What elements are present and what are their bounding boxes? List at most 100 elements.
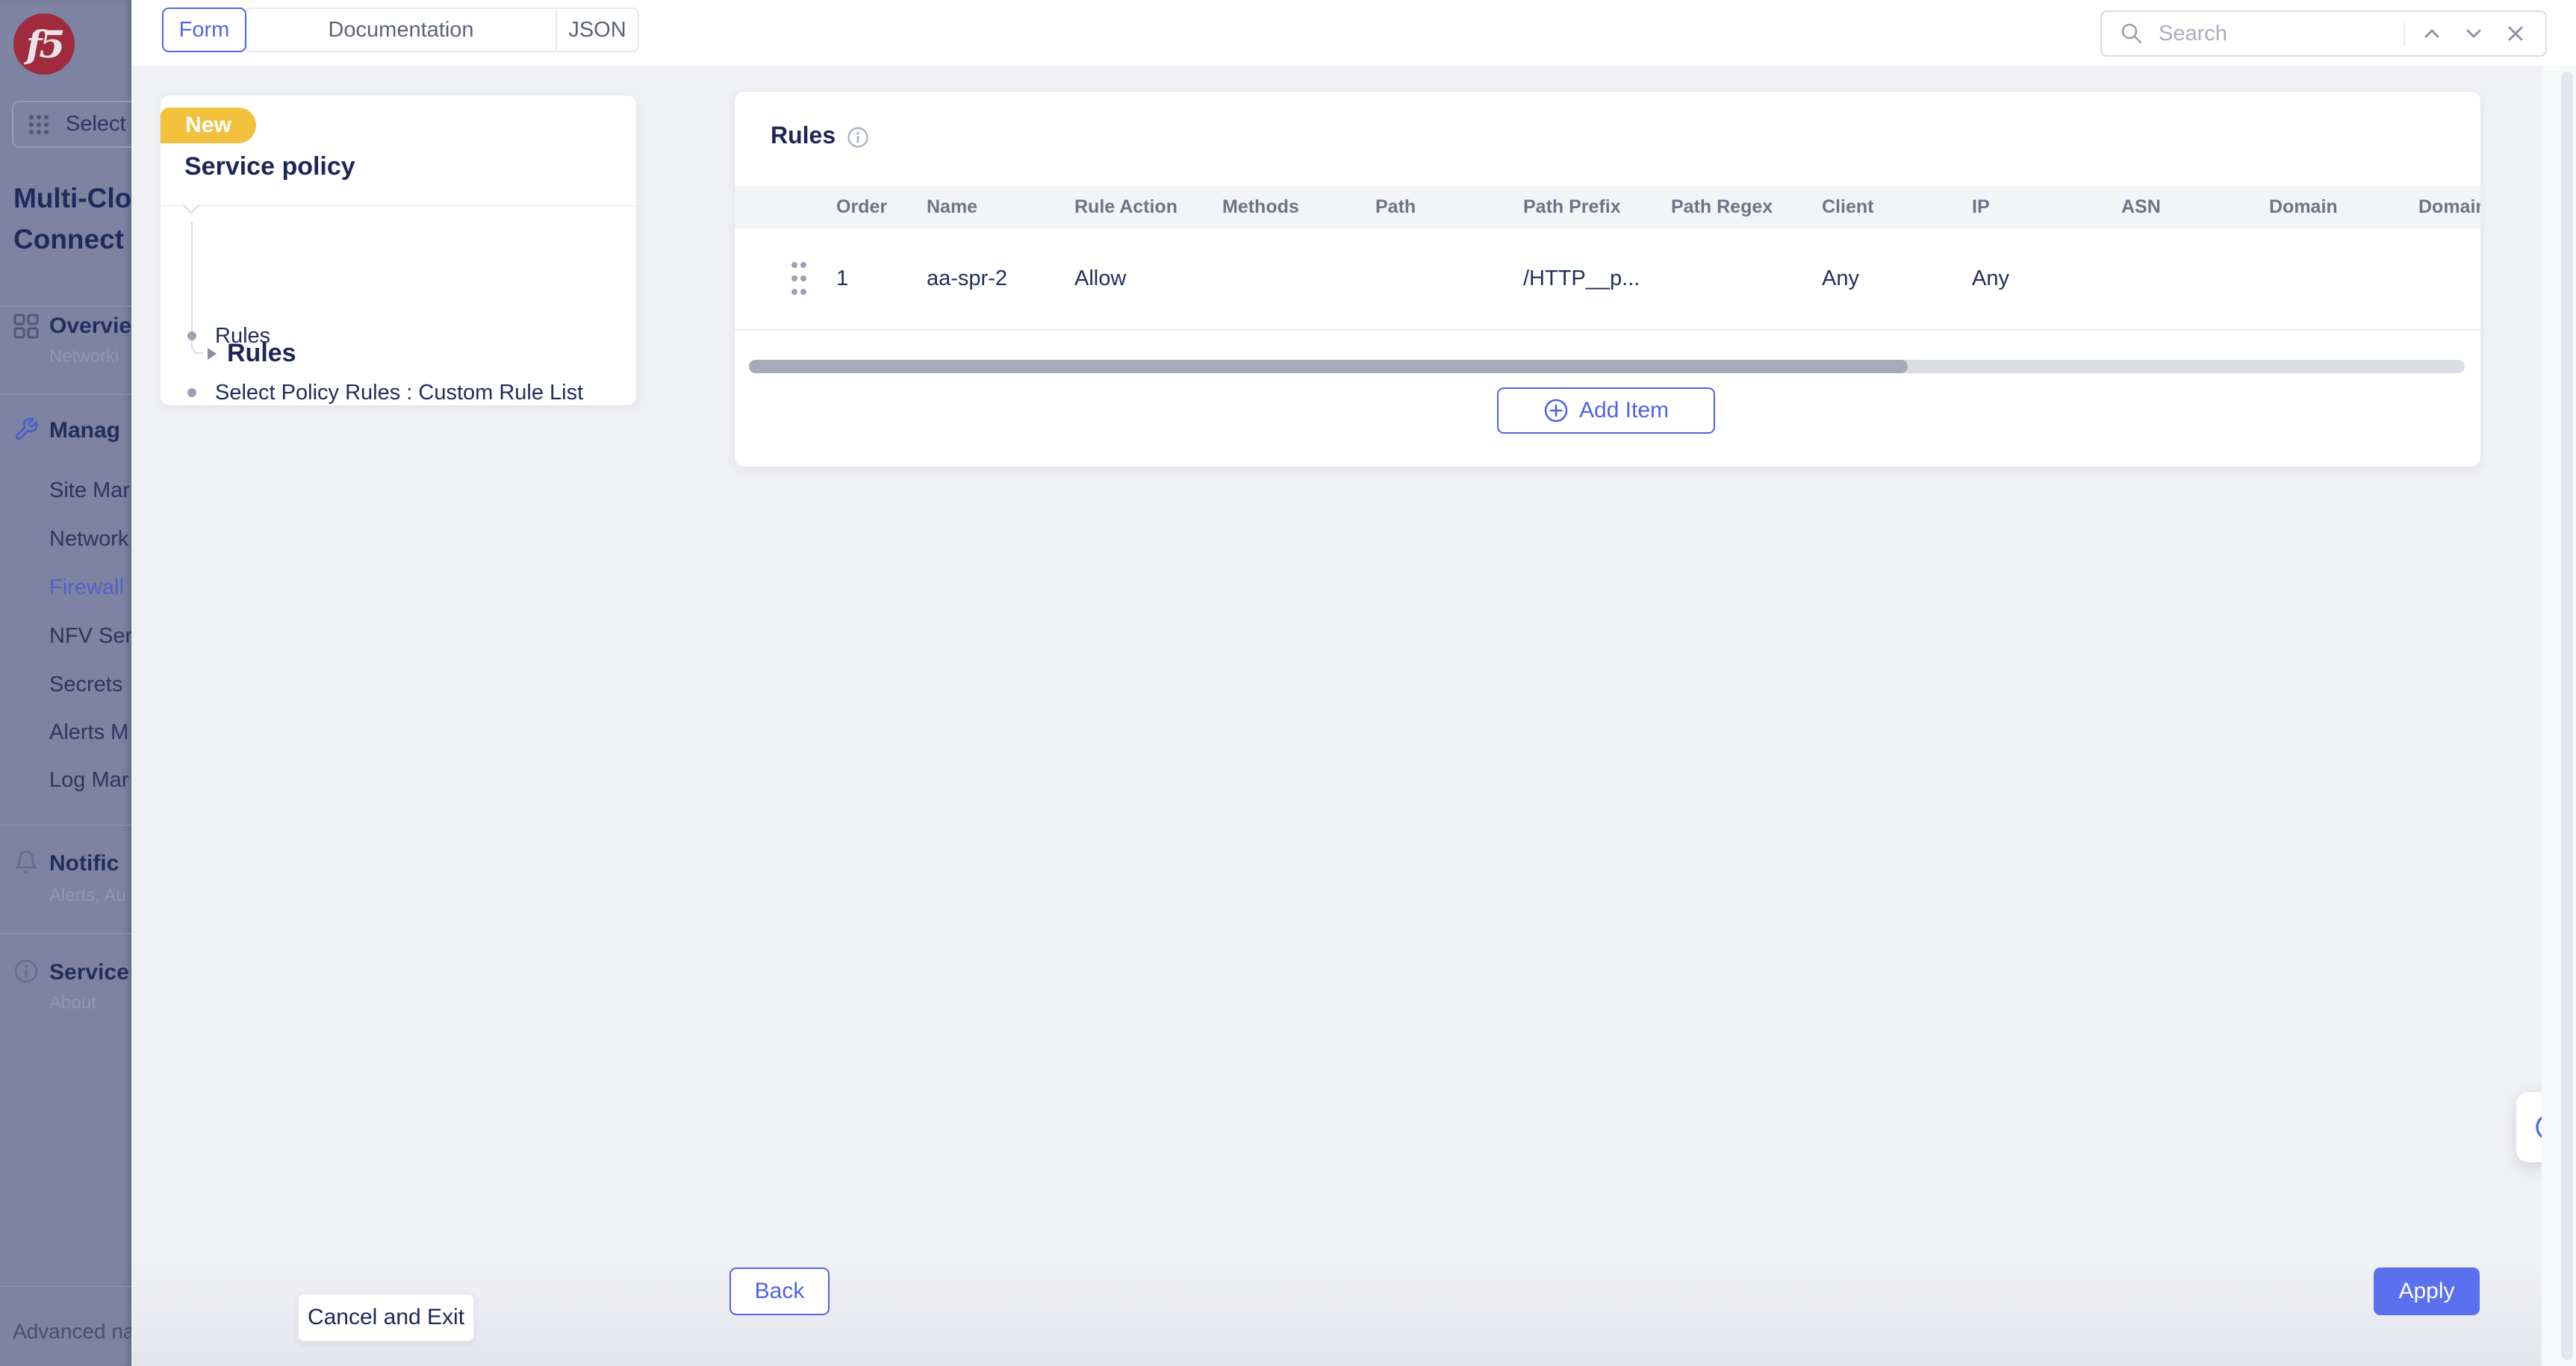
sidebar-item-firewall[interactable]: Firewall (49, 576, 124, 600)
cell-name: aa-spr-2 (927, 266, 1074, 291)
active-step-arrow-icon (208, 348, 217, 360)
table-header: Order Name Rule Action Methods Path Path… (735, 186, 2480, 228)
tab-documentation[interactable]: Documentation (246, 9, 556, 51)
step-select-policy-rules[interactable]: Select Policy Rules : Custom Rule List (215, 381, 583, 405)
sidebar-item-overview[interactable]: Overvie (49, 314, 131, 339)
tab-form-label: Form (179, 18, 230, 43)
cancel-button-label: Cancel and Exit (308, 1305, 464, 1330)
col-ip: IP (1972, 196, 2121, 218)
col-domain-2: Domain (2418, 196, 2480, 218)
col-domain: Domain (2269, 196, 2418, 218)
drag-handle-icon[interactable] (787, 259, 811, 298)
sidebar: f5 Select s Multi-Clo Connect (0, 0, 131, 1366)
plus-circle-icon (1543, 398, 1569, 423)
wizard-title: Service policy (184, 152, 355, 181)
step-dot (187, 388, 196, 397)
wizard-nav-card: New Service policy Rules Select Policy R… (161, 96, 636, 405)
search-input[interactable]: Search (2100, 10, 2547, 57)
tab-json-label: JSON (568, 18, 626, 43)
grid-dots-icon (24, 110, 54, 140)
sidebar-item-log-management[interactable]: Log Mar (49, 768, 128, 793)
sidebar-divider (0, 825, 131, 826)
horizontal-scrollbar[interactable] (749, 360, 2465, 373)
step-dot (187, 331, 196, 340)
sidebar-item-service[interactable]: Service (49, 960, 129, 985)
divider-notch (183, 197, 200, 214)
select-service-label: Select s (66, 112, 131, 137)
cell-ip: Any (1972, 266, 2121, 291)
info-icon[interactable] (847, 126, 869, 149)
add-item-button[interactable]: Add Item (1497, 387, 1715, 434)
advanced-nav-label[interactable]: Advanced nav (13, 1320, 131, 1344)
tab-form[interactable]: Form (162, 7, 246, 52)
table-row[interactable]: 1 aa-spr-2 Allow /HTTP__p... Any Any (735, 228, 2480, 331)
sidebar-item-nfv-service[interactable]: NFV Ser (49, 624, 131, 649)
col-path-prefix: Path Prefix (1523, 196, 1671, 218)
sidebar-item-site-management[interactable]: Site Mar (49, 478, 130, 503)
col-name: Name (927, 196, 1074, 218)
sidebar-divider (0, 1286, 131, 1287)
info-circle-icon (13, 958, 39, 984)
new-badge-label: New (185, 113, 231, 138)
chevron-down-icon[interactable] (2459, 19, 2489, 49)
cell-order: 1 (836, 266, 927, 291)
col-asn: ASN (2121, 196, 2269, 218)
sidebar-divider (0, 306, 131, 307)
new-badge: New (161, 107, 256, 143)
rules-title: Rules (771, 122, 836, 149)
back-button[interactable]: Back (729, 1267, 830, 1315)
overview-icon (13, 314, 39, 339)
col-path-regex: Path Regex (1671, 196, 1822, 218)
search-placeholder: Search (2159, 22, 2392, 46)
chevron-up-icon[interactable] (2417, 19, 2447, 49)
workspace-title-line2: Connect (13, 219, 131, 260)
sidebar-item-manage[interactable]: Manag (49, 418, 120, 443)
col-rule-action: Rule Action (1074, 196, 1222, 218)
horizontal-scrollbar-thumb[interactable] (749, 360, 1908, 373)
sidebar-divider (0, 933, 131, 934)
notifications-subtitle: Alerts, Au (49, 885, 126, 906)
back-button-label: Back (755, 1279, 805, 1304)
search-divider (2404, 21, 2405, 46)
sidebar-item-notifications[interactable]: Notific (49, 851, 119, 876)
sidebar-item-alerts-management[interactable]: Alerts M (49, 720, 128, 745)
apply-button-label: Apply (2398, 1279, 2454, 1304)
wizard-divider (161, 205, 636, 206)
cell-path-prefix: /HTTP__p... (1523, 266, 1671, 291)
col-path: Path (1375, 196, 1523, 218)
cell-rule-action: Allow (1074, 266, 1222, 291)
screen: f5 Select s Multi-Clo Connect (0, 0, 2576, 1366)
step-rules-active[interactable]: Rules (227, 339, 296, 368)
tab-documentation-label: Documentation (328, 18, 473, 43)
f5-logo: f5 (13, 13, 75, 75)
bottom-shade (131, 1261, 2576, 1366)
workspace-title: Multi-Clo Connect (13, 178, 131, 260)
col-methods: Methods (1222, 196, 1375, 218)
close-icon[interactable] (2501, 19, 2530, 49)
sidebar-item-networking[interactable]: Network (49, 527, 128, 552)
vertical-scrollbar[interactable] (2561, 72, 2573, 1360)
bell-icon (13, 849, 39, 875)
col-client: Client (1822, 196, 1972, 218)
overview-subtitle: Networki (49, 346, 119, 367)
stepper-elbow (191, 343, 203, 354)
sidebar-item-secrets[interactable]: Secrets (49, 673, 122, 697)
stepper-line (191, 222, 193, 343)
search-icon (2117, 19, 2147, 49)
cancel-and-exit-button[interactable]: Cancel and Exit (297, 1293, 475, 1342)
service-subtitle: About (49, 993, 96, 1014)
select-service-button[interactable]: Select s (12, 101, 131, 148)
f5-logo-text: f5 (26, 22, 62, 66)
tab-json[interactable]: JSON (556, 9, 638, 51)
main-panel: Form Documentation JSON Search (131, 0, 2576, 1366)
topbar: Form Documentation JSON Search (131, 0, 2576, 66)
workspace-title-line1: Multi-Clo (13, 178, 131, 219)
apply-button[interactable]: Apply (2374, 1267, 2480, 1315)
wrench-icon (13, 417, 39, 442)
col-order: Order (836, 196, 927, 218)
add-item-label: Add Item (1579, 398, 1669, 423)
tab-group: Documentation JSON (245, 7, 639, 52)
cell-client: Any (1822, 266, 1972, 291)
sidebar-divider (0, 394, 131, 395)
rules-card: Rules Order Name Rule Action Methods Pat… (735, 92, 2480, 467)
